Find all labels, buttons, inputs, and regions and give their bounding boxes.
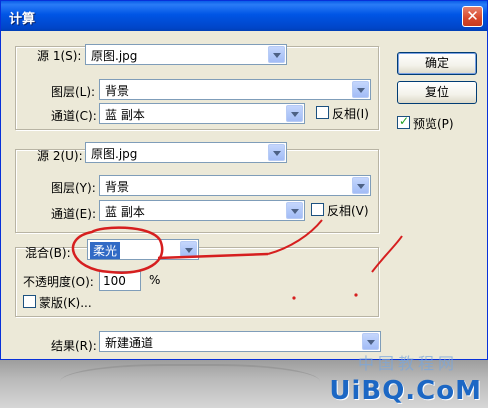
source1-file-value: 原图.jpg [91, 49, 138, 63]
preview-checkbox[interactable] [397, 114, 410, 129]
source2-file-select[interactable]: 原图.jpg [85, 142, 287, 163]
source1-channel-value: 蓝 副本 [105, 108, 145, 122]
close-button[interactable]: ✕ [462, 6, 483, 27]
source2-layer-label: 图层(Y): [51, 181, 96, 195]
blend-mode-select[interactable]: 柔光 [87, 239, 199, 260]
chevron-down-icon [268, 46, 285, 63]
blend-mode-value: 柔光 [90, 242, 121, 259]
source2-invert-checkbox[interactable] [311, 203, 324, 216]
dialog-title: 计算 [9, 12, 36, 27]
source1-label: 源 1(S): [37, 49, 82, 63]
background-texture [60, 364, 320, 408]
source1-layer-select[interactable]: 背景 [99, 79, 371, 100]
source2-layer-value: 背景 [105, 180, 130, 194]
reset-button[interactable]: 复位 [397, 81, 477, 104]
result-value: 新建通道 [105, 336, 154, 350]
chevron-down-icon [362, 333, 379, 350]
preview-label: 预览(P) [413, 117, 454, 131]
source1-channel-label: 通道(C): [51, 109, 97, 123]
mask-label: 蒙版(K)... [39, 296, 92, 310]
mask-checkbox[interactable] [23, 295, 36, 308]
source2-file-value: 原图.jpg [91, 147, 138, 161]
source2-channel-value: 蓝 副本 [105, 205, 145, 219]
source1-layer-value: 背景 [105, 84, 130, 98]
opacity-input[interactable]: 100 [99, 271, 141, 291]
source2-label: 源 2(U): [37, 149, 83, 163]
source2-invert-label: 反相(V) [327, 204, 369, 218]
source1-layer-label: 图层(L): [51, 85, 96, 99]
opacity-percent: % [149, 273, 161, 287]
blend-label: 混合(B): [25, 246, 71, 260]
source1-invert-checkbox[interactable] [316, 106, 329, 119]
chevron-down-icon [286, 105, 303, 122]
chevron-down-icon [352, 177, 369, 194]
watermark-sub: 中国教程网 [357, 354, 458, 373]
source2-channel-label: 通道(E): [51, 207, 96, 221]
opacity-label: 不透明度(O): [23, 275, 94, 289]
source1-file-select[interactable]: 原图.jpg [85, 44, 287, 65]
chevron-down-icon [352, 81, 369, 98]
chevron-down-icon [180, 241, 197, 258]
chevron-down-icon [268, 144, 285, 161]
result-label: 结果(R): [51, 339, 97, 353]
ok-button[interactable]: 确定 [397, 52, 477, 75]
calculations-dialog: 计算 ✕ 源 1(S): 原图.jpg 图层(L): 背景 通道(C): 蓝 副… [0, 0, 488, 360]
chevron-down-icon [286, 202, 303, 219]
source2-channel-select[interactable]: 蓝 副本 [99, 200, 305, 221]
title-bar[interactable]: 计算 ✕ [1, 1, 487, 31]
source1-channel-select[interactable]: 蓝 副本 [99, 103, 305, 124]
source1-invert-label: 反相(I) [332, 107, 369, 121]
watermark-logo: UiBQ.CoM [329, 376, 482, 406]
result-select[interactable]: 新建通道 [99, 331, 381, 352]
close-icon: ✕ [466, 7, 479, 25]
source2-layer-select[interactable]: 背景 [99, 175, 371, 196]
